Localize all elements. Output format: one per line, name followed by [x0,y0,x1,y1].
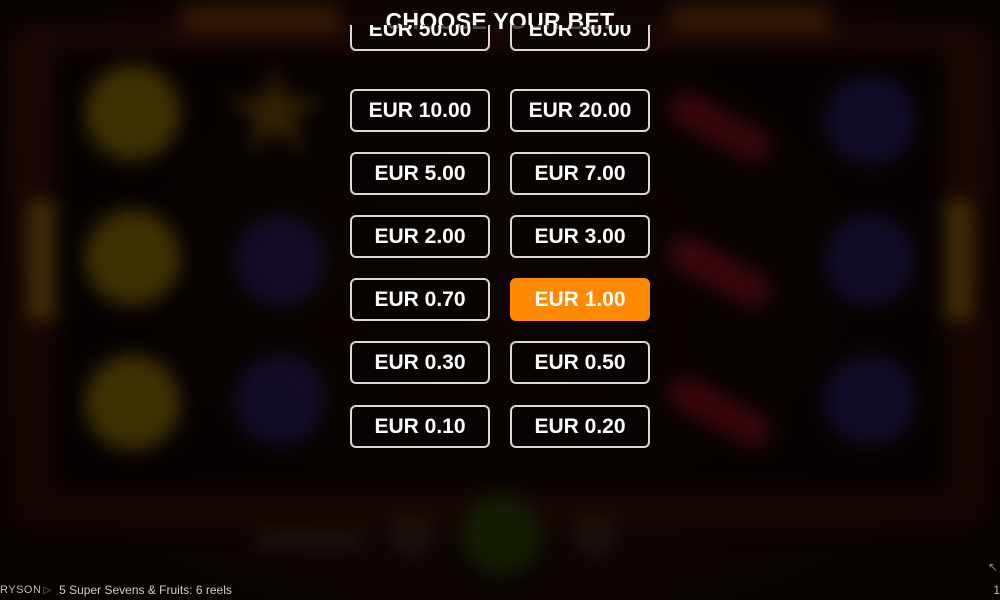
bet-option[interactable]: EUR 5.00 [350,152,490,195]
bet-option[interactable]: EUR 0.20 [510,405,650,448]
corner-counter: 1 [993,583,1000,597]
bet-option[interactable]: EUR 0.10 [350,405,490,448]
bet-option[interactable]: EUR 0.30 [350,341,490,384]
bet-option[interactable]: EUR 7.00 [510,152,650,195]
bet-option[interactable]: EUR 0.70 [350,278,490,321]
game-screen: CHOOSE YOUR BET EUR 50.00 EUR 30.00 EUR … [0,0,1000,600]
bet-option[interactable]: EUR 20.00 [510,89,650,132]
game-name: 5 Super Sevens & Fruits: 6 reels [59,583,232,597]
provider-footer: RYSON ▷ 5 Super Sevens & Fruits: 6 reels [0,582,232,598]
bet-options-list[interactable]: EUR 50.00 EUR 30.00 EUR 10.00 EUR 20.00 … [349,25,652,455]
provider-logo: RYSON [0,584,42,596]
bet-option[interactable]: EUR 0.50 [510,341,650,384]
bet-option[interactable]: EUR 30.00 [510,25,650,51]
expand-icon[interactable]: ↖ [988,560,998,574]
bet-option[interactable]: EUR 2.00 [350,215,490,258]
bet-option-selected[interactable]: EUR 1.00 [510,278,650,321]
bet-option[interactable]: EUR 50.00 [350,25,490,51]
play-arrow-icon: ▷ [43,584,52,596]
bet-option[interactable]: EUR 10.00 [350,89,490,132]
bet-option[interactable]: EUR 3.00 [510,215,650,258]
